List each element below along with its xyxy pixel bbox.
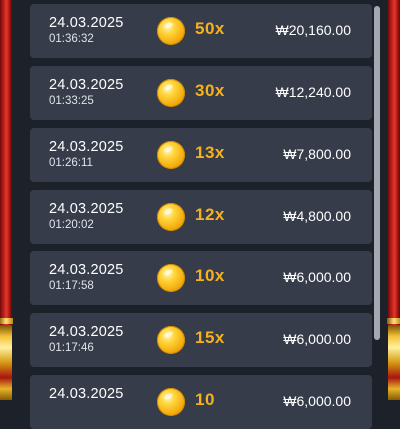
- gold-coin-icon: [157, 388, 185, 416]
- right-decorative-pillar: [387, 0, 400, 400]
- row-date: 24.03.2025: [49, 324, 124, 340]
- gold-coin-icon: [157, 203, 185, 231]
- row-multiplier: 10: [195, 390, 215, 409]
- row-time: 01:20:02: [49, 219, 94, 231]
- pillar-gold-base: [0, 325, 12, 400]
- row-multiplier: 15x: [195, 328, 225, 347]
- history-row[interactable]: 24.03.2025 10 ₩6,000.00: [30, 375, 372, 429]
- row-date: 24.03.2025: [49, 262, 124, 278]
- pillar-gold-base: [388, 325, 400, 400]
- row-multiplier: 10x: [195, 266, 225, 285]
- row-date: 24.03.2025: [49, 77, 124, 93]
- gold-coin-icon: [157, 79, 185, 107]
- left-decorative-pillar: [0, 0, 13, 400]
- row-multiplier: 30x: [195, 81, 225, 100]
- row-amount: ₩6,000.00: [283, 393, 351, 409]
- row-multiplier: 13x: [195, 143, 225, 162]
- history-row[interactable]: 24.03.2025 01:36:32 50x ₩20,160.00: [30, 4, 372, 58]
- gold-coin-icon: [157, 17, 185, 45]
- history-row[interactable]: 24.03.2025 01:17:58 10x ₩6,000.00: [30, 251, 372, 305]
- gold-coin-icon: [157, 141, 185, 169]
- gold-coin-icon: [157, 326, 185, 354]
- row-amount: ₩6,000.00: [283, 331, 351, 347]
- row-multiplier: 50x: [195, 19, 225, 38]
- row-amount: ₩4,800.00: [283, 208, 351, 224]
- history-row[interactable]: 24.03.2025 01:33:25 30x ₩12,240.00: [30, 66, 372, 120]
- row-date: 24.03.2025: [49, 201, 124, 217]
- history-row[interactable]: 24.03.2025 01:26:11 13x ₩7,800.00: [30, 128, 372, 182]
- row-date: 24.03.2025: [49, 15, 124, 31]
- row-amount: ₩12,240.00: [275, 84, 352, 100]
- row-date: 24.03.2025: [49, 139, 124, 155]
- row-time: 01:26:11: [49, 157, 93, 169]
- row-time: 01:36:32: [49, 33, 94, 45]
- gold-coin-icon: [157, 264, 185, 292]
- row-multiplier: 12x: [195, 205, 225, 224]
- pillar-gold-ring: [0, 318, 13, 324]
- list-scrollbar[interactable]: [374, 6, 380, 340]
- history-row[interactable]: 24.03.2025 01:17:46 15x ₩6,000.00: [30, 313, 372, 367]
- pillar-gold-ring: [387, 318, 400, 324]
- row-amount: ₩20,160.00: [275, 22, 352, 38]
- history-row[interactable]: 24.03.2025 01:20:02 12x ₩4,800.00: [30, 190, 372, 244]
- row-time: 01:17:58: [49, 280, 94, 292]
- row-amount: ₩7,800.00: [283, 146, 351, 162]
- row-time: 01:17:46: [49, 342, 94, 354]
- row-amount: ₩6,000.00: [283, 269, 351, 285]
- row-time: 01:33:25: [49, 95, 94, 107]
